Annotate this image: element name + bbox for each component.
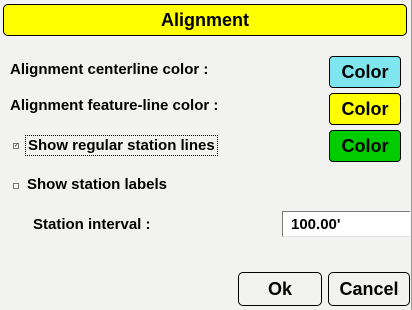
show-station-labels-checkbox[interactable] xyxy=(13,183,19,189)
centerline-color-label: Alignment centerline color : xyxy=(10,61,209,78)
station-interval-label: Station interval : xyxy=(33,216,151,233)
ok-button[interactable]: Ok xyxy=(238,272,322,306)
station-lines-color-button[interactable]: Color xyxy=(329,130,401,162)
show-station-lines-checkbox[interactable]: ✓ xyxy=(13,143,19,149)
cancel-button[interactable]: Cancel xyxy=(328,272,410,306)
show-station-lines-label[interactable]: Show regular station lines xyxy=(25,135,218,156)
centerline-color-button[interactable]: Color xyxy=(329,56,401,88)
show-station-labels-label[interactable]: Show station labels xyxy=(25,175,169,194)
station-interval-input[interactable] xyxy=(282,211,410,237)
alignment-dialog: Alignment Alignment centerline color : C… xyxy=(0,0,412,310)
dialog-title: Alignment xyxy=(3,4,407,36)
featureline-color-label: Alignment feature-line color : xyxy=(10,97,219,114)
featureline-color-button[interactable]: Color xyxy=(329,93,401,125)
